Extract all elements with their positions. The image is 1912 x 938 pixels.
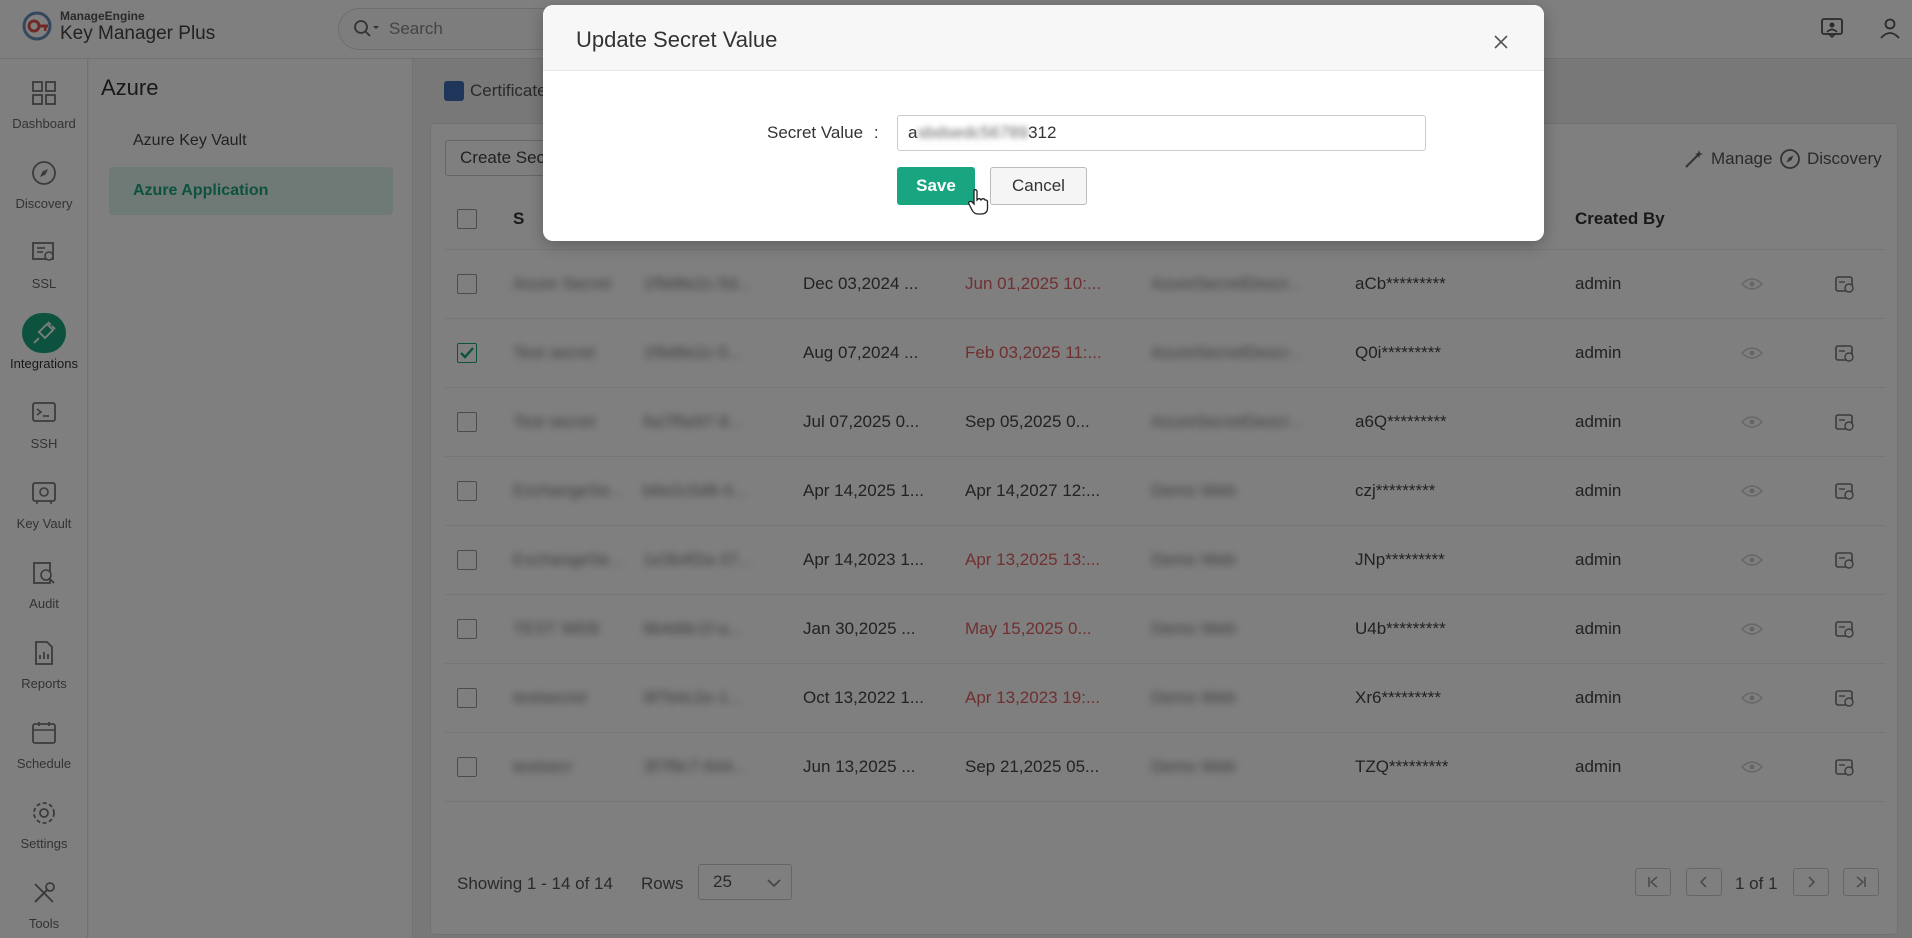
secret-value-label: Secret Value :: [767, 123, 879, 142]
update-secret-value-dialog: Update Secret Value Secret Value : a sbds…: [543, 5, 1544, 241]
save-button[interactable]: Save: [897, 167, 975, 205]
dialog-title: Update Secret Value: [576, 27, 778, 52]
cancel-button[interactable]: Cancel: [990, 167, 1087, 205]
secret-value-input[interactable]: a sbdsedc56789 312: [897, 115, 1426, 151]
close-icon[interactable]: [1492, 33, 1510, 51]
hand-pointer-cursor-icon: [968, 189, 989, 215]
dialog-header: Update Secret Value: [543, 5, 1544, 71]
obscured-secret-text: sbdsedc56789: [917, 123, 1029, 142]
